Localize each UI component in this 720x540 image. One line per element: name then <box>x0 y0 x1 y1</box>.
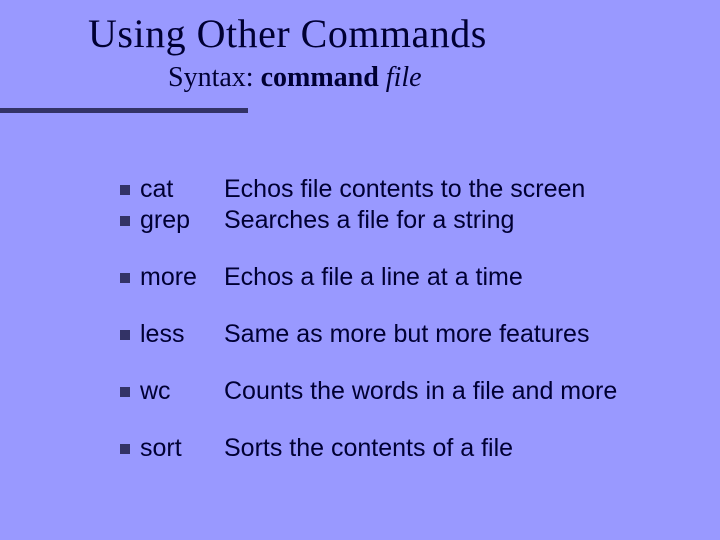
list-item: grep Searches a file for a string <box>120 206 680 235</box>
command-name: less <box>140 320 224 349</box>
command-desc: Same as more but more features <box>224 320 589 349</box>
command-name: more <box>140 263 224 292</box>
list-item: cat Echos file contents to the screen <box>120 175 680 204</box>
list-item: sort Sorts the contents of a file <box>120 434 680 463</box>
command-list: cat Echos file contents to the screen gr… <box>120 175 680 463</box>
slide: Using Other Commands Syntax: command fil… <box>0 0 720 540</box>
bullet-icon <box>120 185 130 195</box>
command-name: wc <box>140 377 224 406</box>
subtitle-arg: file <box>386 62 422 93</box>
command-desc: Sorts the contents of a file <box>224 434 513 463</box>
bullet-icon <box>120 387 130 397</box>
list-item: less Same as more but more features <box>120 320 680 349</box>
command-desc: Searches a file for a string <box>224 206 514 235</box>
bullet-icon <box>120 444 130 454</box>
command-name: grep <box>140 206 224 235</box>
bullet-icon <box>120 273 130 283</box>
list-item: wc Counts the words in a file and more <box>120 377 680 406</box>
command-name: cat <box>140 175 224 204</box>
bullet-icon <box>120 330 130 340</box>
list-item: more Echos a file a line at a time <box>120 263 680 292</box>
command-desc: Echos a file a line at a time <box>224 263 523 292</box>
command-desc: Counts the words in a file and more <box>224 377 617 406</box>
slide-title: Using Other Commands <box>88 10 487 57</box>
command-desc: Echos file contents to the screen <box>224 175 585 204</box>
title-divider <box>0 108 248 113</box>
subtitle-command: command <box>261 62 386 93</box>
subtitle-label: Syntax: <box>168 62 261 93</box>
bullet-icon <box>120 216 130 226</box>
slide-subtitle: Syntax: command file <box>168 62 422 94</box>
command-name: sort <box>140 434 224 463</box>
